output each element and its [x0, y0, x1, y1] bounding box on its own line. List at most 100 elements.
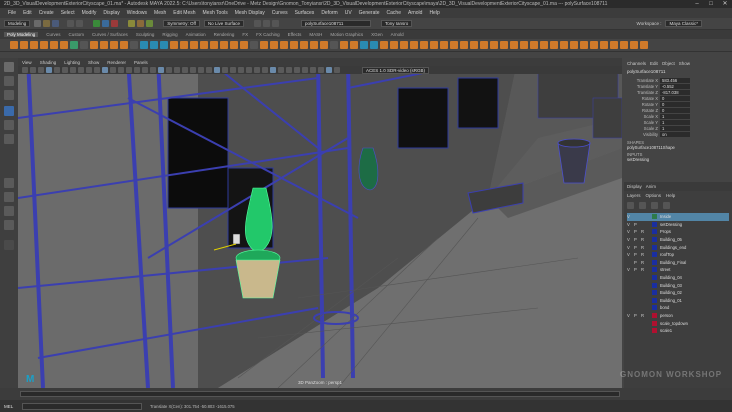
move-tool-icon[interactable] [4, 106, 14, 116]
menu-select[interactable]: Select [61, 10, 75, 16]
layer-color-swatch[interactable] [652, 320, 657, 326]
layer-row[interactable]: Building_01 [627, 297, 729, 305]
new-scene-icon[interactable] [34, 20, 42, 27]
layer-row[interactable]: bond [627, 304, 729, 312]
layer-color-swatch[interactable] [652, 282, 657, 288]
shelf-tool-icon[interactable] [290, 41, 298, 49]
layer-reference-toggle[interactable]: R [641, 237, 647, 242]
command-input[interactable] [22, 402, 142, 410]
layer-reference-toggle[interactable]: R [641, 229, 647, 234]
shelf-tool-icon[interactable] [220, 41, 228, 49]
viewport-tool-icon[interactable] [206, 67, 212, 73]
viewport-tool-icon[interactable] [174, 67, 180, 73]
viewport-tool-icon[interactable] [38, 67, 44, 73]
layer-tab-anim[interactable]: Anim [646, 184, 656, 189]
snap-curve-icon[interactable] [137, 20, 145, 27]
select-tool-icon[interactable] [4, 62, 14, 72]
four-view-icon[interactable] [4, 192, 14, 202]
layer-playback-toggle[interactable]: P [634, 229, 640, 234]
viewport-3d[interactable]: M 3D PanZoom : persp1 [18, 58, 622, 388]
viewport-tool-icon[interactable] [254, 67, 260, 73]
attribute-value[interactable]: 1 [660, 125, 690, 131]
shelf-tool-icon[interactable] [600, 41, 608, 49]
menu-arnold[interactable]: Arnold [408, 10, 422, 16]
menu-generate[interactable]: Generate [359, 10, 380, 16]
shelf-tool-icon[interactable] [530, 41, 538, 49]
viewport-tool-icon[interactable] [78, 67, 84, 73]
layer-tab-display[interactable]: Display [627, 184, 642, 189]
layer-reference-toggle[interactable]: R [641, 245, 647, 250]
shelf-tool-icon[interactable] [560, 41, 568, 49]
viewport-tool-icon[interactable] [142, 67, 148, 73]
paint-select-tool-icon[interactable] [4, 90, 14, 100]
shelf-tool-icon[interactable] [190, 41, 198, 49]
viewport-tool-icon[interactable] [182, 67, 188, 73]
viewport-tool-icon[interactable] [54, 67, 60, 73]
layer-color-swatch[interactable] [652, 328, 657, 334]
channel-box-tab-object[interactable]: Object [662, 61, 675, 66]
viewport-tool-icon[interactable] [334, 67, 340, 73]
shelf-tool-icon[interactable] [130, 41, 138, 49]
single-view-icon[interactable] [4, 178, 14, 188]
shelf-tool-icon[interactable] [400, 41, 408, 49]
shelf-tab-fx-caching[interactable]: FX Caching [256, 32, 280, 37]
shelf-tab-fx[interactable]: FX [242, 32, 248, 37]
layer-color-swatch[interactable] [652, 237, 657, 243]
shelf-tool-icon[interactable] [350, 41, 358, 49]
shelf-tool-icon[interactable] [160, 41, 168, 49]
attribute-value[interactable]: 0 [660, 101, 690, 107]
shelf-tab-rigging[interactable]: Rigging [162, 32, 177, 37]
shelf-tool-icon[interactable] [110, 41, 118, 49]
select-object-icon[interactable] [102, 20, 110, 27]
shelf-tab-mash[interactable]: MASH [309, 32, 322, 37]
layer-row[interactable]: V P R Building_05 [627, 236, 729, 244]
undo-icon[interactable] [67, 20, 75, 27]
shelf-tool-icon[interactable] [360, 41, 368, 49]
shelf-tool-icon[interactable] [240, 41, 248, 49]
shelf-tool-icon[interactable] [70, 41, 78, 49]
viewport-tool-icon[interactable] [110, 67, 116, 73]
layer-visibility-toggle[interactable]: V [627, 267, 633, 272]
shelf-tool-icon[interactable] [20, 41, 28, 49]
layer-menu-layers[interactable]: Layers [627, 193, 641, 198]
new-layer-icon[interactable] [651, 202, 658, 209]
ipr-render-icon[interactable] [262, 20, 270, 27]
shelf-tool-icon[interactable] [500, 41, 508, 49]
viewport-menu-renderer[interactable]: Renderer [107, 60, 126, 65]
layer-playback-toggle[interactable]: P [634, 313, 640, 318]
select-hierarchy-icon[interactable] [93, 20, 101, 27]
layer-row[interactable]: V P Rstreet [627, 266, 729, 274]
menu-surfaces[interactable]: Surfaces [295, 10, 315, 16]
menu-help[interactable]: Help [429, 10, 439, 16]
attribute-value[interactable]: 583.456 [660, 77, 690, 83]
layer-playback-toggle[interactable]: P [634, 245, 640, 250]
render-icon[interactable] [253, 20, 261, 27]
shelf-tool-icon[interactable] [430, 41, 438, 49]
layer-color-swatch[interactable] [652, 221, 657, 227]
viewport-tool-icon[interactable] [94, 67, 100, 73]
layer-row[interactable]: V Inside [627, 213, 729, 221]
layer-row[interactable]: P R Building_Final [627, 259, 729, 267]
shelf-tool-icon[interactable] [460, 41, 468, 49]
shelf-tool-icon[interactable] [470, 41, 478, 49]
shelf-tool-icon[interactable] [330, 41, 338, 49]
live-surface-dropdown[interactable]: No Live Surface [203, 20, 244, 27]
layer-row[interactable]: Building_03 [627, 281, 729, 289]
viewport-tool-icon[interactable] [318, 67, 324, 73]
search-tool-icon[interactable] [4, 240, 14, 250]
shelf-tool-icon[interactable] [90, 41, 98, 49]
layer-color-swatch[interactable] [652, 305, 657, 311]
layer-row[interactable]: Building_04 [627, 274, 729, 282]
symmetry-dropdown[interactable]: Symmetry: Off [163, 20, 200, 27]
camera-dropdown[interactable]: Tony Iansro [380, 20, 413, 27]
side-by-side-icon[interactable] [4, 206, 14, 216]
layer-row[interactable]: V P Rperson [627, 312, 729, 320]
shelf-tool-icon[interactable] [180, 41, 188, 49]
attribute-value[interactable]: 0 [660, 95, 690, 101]
viewport-tool-icon[interactable] [286, 67, 292, 73]
shelf-tool-icon[interactable] [390, 41, 398, 49]
layer-playback-toggle[interactable] [634, 214, 640, 219]
menu-create[interactable]: Create [39, 10, 54, 16]
menu-mesh-tools[interactable]: Mesh Tools [203, 10, 228, 16]
shelf-tool-icon[interactable] [270, 41, 278, 49]
